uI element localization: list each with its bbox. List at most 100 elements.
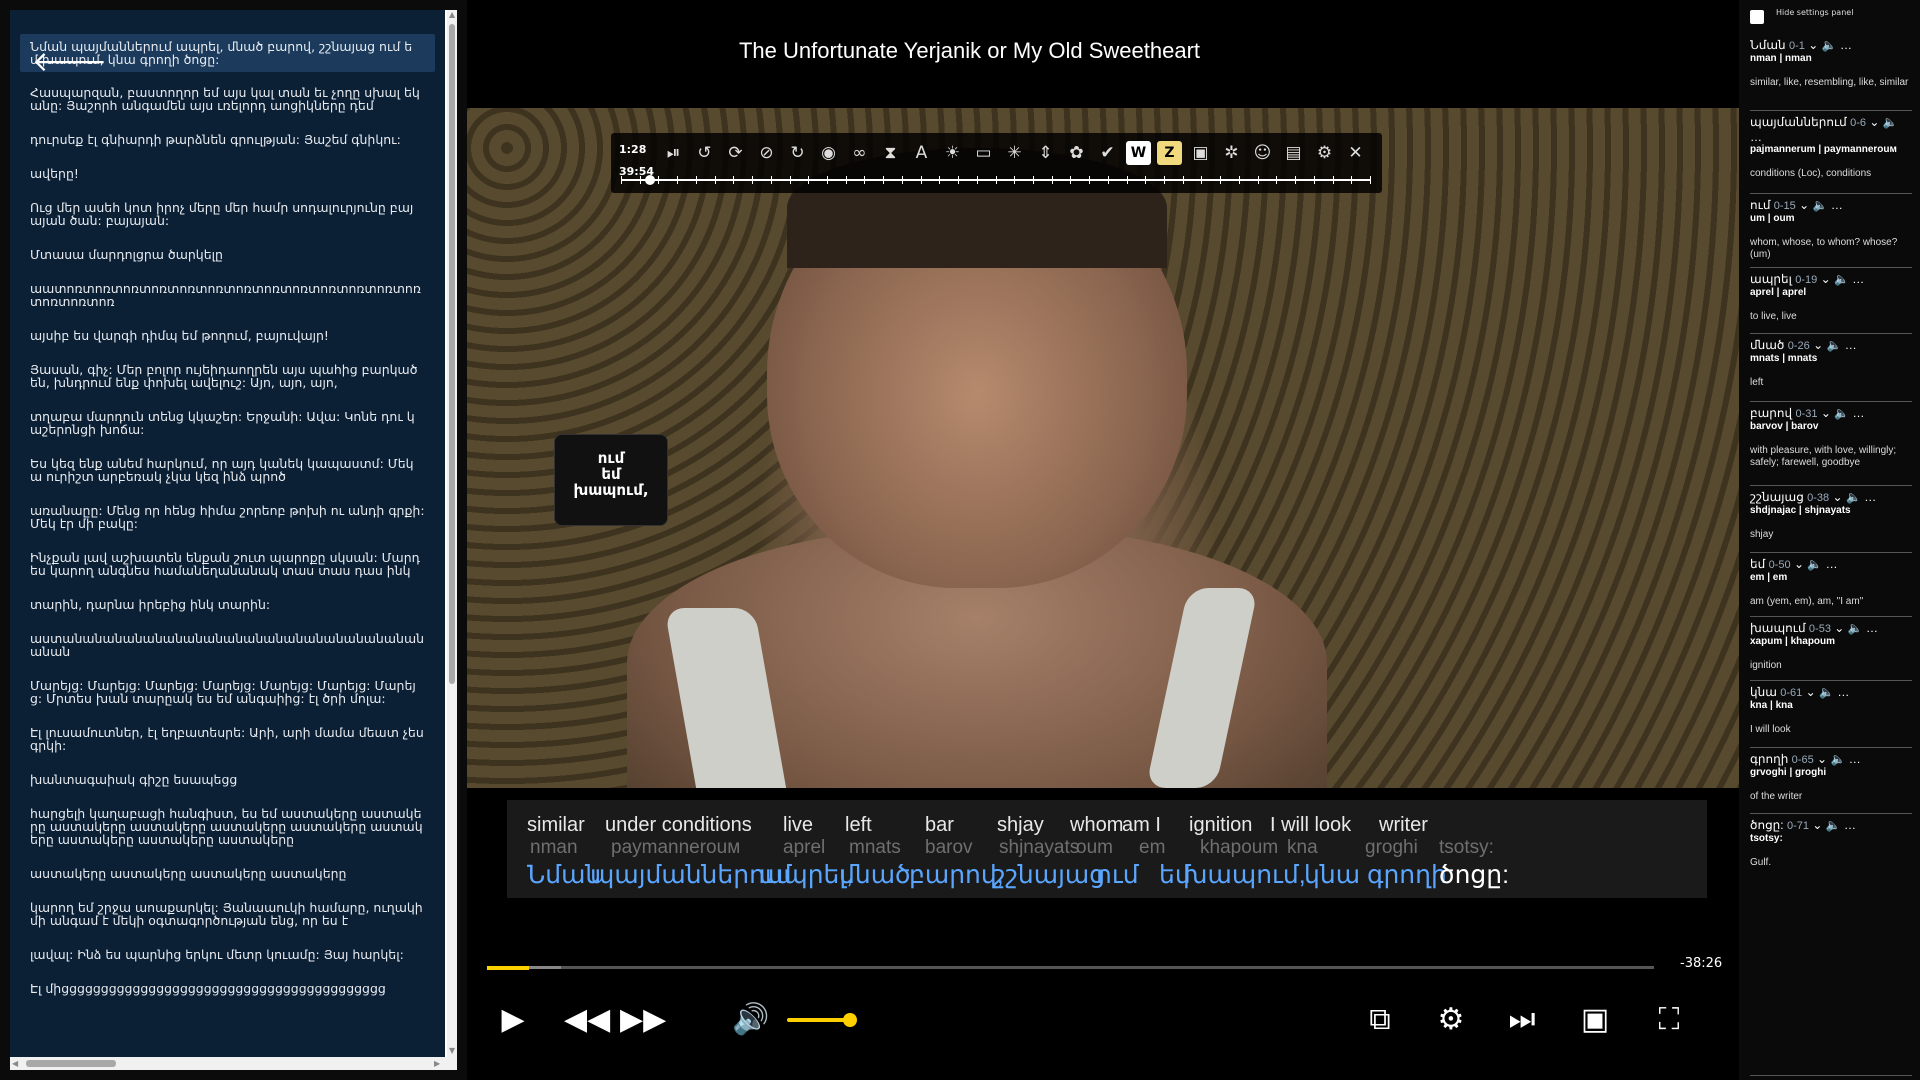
transcript-line[interactable]: Էլ լուսամուտներ, էլ եղբատեսրե: Արի, արի … <box>10 726 445 752</box>
settings-gear-icon[interactable]: ⚙ <box>1431 998 1471 1042</box>
speaker-icon[interactable]: 🔈 <box>1827 338 1842 352</box>
video-player[interactable]: The Unfortunate Yerjanik or My Old Sweet… <box>467 0 1739 1080</box>
subtitle-translit-word[interactable]: tsotsy: <box>1439 837 1494 859</box>
subtitle-translit-word[interactable]: oum <box>1076 837 1113 859</box>
loop-icon[interactable]: ∞ <box>847 141 872 165</box>
scroll-up-icon[interactable]: ▲ <box>449 10 455 19</box>
word-entry[interactable]: բարով 0-31 ⌄ 🔈 … barvov | barov with pleas… <box>1750 406 1912 486</box>
word-entry[interactable]: խապում 0-53 ⌄ 🔈 … xapum | khapoum ignition <box>1750 621 1912 681</box>
more-icon[interactable]: … <box>1750 130 1762 144</box>
speaker-icon[interactable]: 🔈 <box>1883 115 1898 129</box>
transcript-line[interactable]: տղաբա մարդուն տենց կկաշեր: Երջանի: Ավա: … <box>10 410 445 436</box>
brightness-icon[interactable]: ☀ <box>940 141 965 165</box>
transcript-line[interactable]: Ինչքան լավ աշխատեն ենքան շուտ պարոքը սկս… <box>10 551 445 577</box>
subtitle-translit-word[interactable]: shjnayats <box>999 837 1079 859</box>
subtitle-english-word[interactable]: bar <box>925 814 954 837</box>
transcript-line[interactable]: Յասան, գիչ: Մեր բոլոր ույեիդաողրեն այս պ… <box>10 363 445 389</box>
captions-icon[interactable]: ⧉ <box>1360 998 1400 1042</box>
word-entry[interactable]: գրողի 0-65 ⌄ 🔈 … grvoghi | groghi of the w… <box>1750 752 1912 814</box>
more-icon[interactable]: … <box>1849 752 1861 766</box>
word-entry[interactable]: կնա 0-61 ⌄ 🔈 … kna | kna I will look <box>1750 685 1912 748</box>
subtitle-translit-word[interactable]: groghi <box>1365 837 1418 859</box>
transcript-line[interactable]: աստակերը աստակերը աստակերը աստակերը <box>10 867 445 880</box>
subtitle-english-word[interactable]: whom <box>1070 814 1123 837</box>
subtitle-armenian-word[interactable]: խապում, <box>1183 860 1306 890</box>
speaker-icon[interactable]: 🔈 <box>1834 406 1849 420</box>
word-entry[interactable]: մնած 0-26 ⌄ 🔈 … mnats | mnats left <box>1750 338 1912 402</box>
dropdown-icon[interactable]: ⌄ <box>1817 752 1827 766</box>
subtitle-english-word[interactable]: ignition <box>1189 814 1252 837</box>
word-entry[interactable]: ծոցը: 0-71 ⌄ 🔈 … tsotsy: Gulf. <box>1750 818 1912 1076</box>
transcript-line[interactable]: Մտասա մարդոլցրա ծարկելը <box>10 248 445 261</box>
transcript-line[interactable]: աստանանանանանանանանանանանանանանանանանանա… <box>10 632 445 658</box>
subtitle-english-word[interactable]: I will look <box>1270 814 1351 837</box>
exit-fullscreen-icon[interactable]: ⛶ <box>1649 998 1689 1042</box>
arrows-icon[interactable]: ⇕ <box>1033 141 1058 165</box>
transcript-line[interactable]: հարցելի կաղաբացի հանգիստ, ես եմ աստակերը… <box>10 807 445 846</box>
toolbar-seek-track[interactable] <box>621 175 1371 185</box>
fast-forward-icon[interactable]: ▶▶ <box>620 998 666 1042</box>
transcript-line[interactable]: աատոռտոռտոռտոռտոռտոռտոռտոռտոռտոռտոռտոռտո… <box>10 282 445 308</box>
subtitle-translit-word[interactable]: em <box>1139 837 1165 859</box>
toolbar-seek-knob[interactable] <box>645 175 655 185</box>
more-icon[interactable]: … <box>1864 490 1876 504</box>
word-entry[interactable]: շշնայաց 0-38 ⌄ 🔈 … shdjnajac | shjnayats s… <box>1750 490 1912 553</box>
camera-icon[interactable]: ▣ <box>1188 141 1213 165</box>
subtitle-armenian-word[interactable]: բարով, <box>909 860 1004 890</box>
transcript-line[interactable]: Հասպարզան, բաստողոր եմ այս կալ տան եւ չո… <box>10 86 445 112</box>
transcript-line[interactable]: կարող եմ շրջա աոաքարկել: Յանաաուկի համար… <box>10 901 445 927</box>
transcript-horizontal-scrollbar[interactable]: ◀ ▶ <box>10 1057 457 1070</box>
rewind-icon[interactable]: ↺ <box>692 141 717 165</box>
word-entry[interactable]: պայմաններում 0-6 ⌄ 🔈 … pajmannerum | paym… <box>1750 115 1912 194</box>
subtitle-armenian-word[interactable]: շշնայաց <box>993 860 1105 890</box>
subtitle-armenian-word[interactable]: կնա <box>1304 860 1360 890</box>
more-icon[interactable]: … <box>1853 406 1865 420</box>
font-size-icon[interactable]: A <box>909 141 934 165</box>
skip-next-icon[interactable]: ⏭ <box>1502 998 1542 1042</box>
dropdown-icon[interactable]: ⌄ <box>1813 338 1823 352</box>
more-icon[interactable]: … <box>1840 38 1852 52</box>
more-icon[interactable]: … <box>1852 272 1864 286</box>
timer-icon[interactable]: ⧗ <box>878 141 903 165</box>
close-icon[interactable]: ✕ <box>1343 141 1368 165</box>
volume-icon[interactable]: 🔊 <box>731 998 771 1042</box>
play-icon[interactable]: ▶ <box>495 998 531 1042</box>
subtitle-english-word[interactable]: writer <box>1379 814 1428 837</box>
subtitle-translit-word[interactable]: barov <box>925 837 973 859</box>
play-pause-icon[interactable]: ⏯ <box>661 141 686 165</box>
transcript-line[interactable]: այսիբ ես վարգի դիմպ եմ թողում, բայուվայր… <box>10 329 445 342</box>
subtitle-translit-word[interactable]: aprel <box>783 837 825 859</box>
record-icon[interactable]: ◉ <box>816 141 841 165</box>
subtitle-translit-word[interactable]: nman <box>530 837 578 859</box>
subtitle-armenian-word[interactable]: գրողի <box>1367 860 1447 890</box>
scrollbar-thumb[interactable] <box>449 24 455 684</box>
scroll-left-icon[interactable]: ◀ <box>12 1059 18 1068</box>
speaker-icon[interactable]: 🔈 <box>1830 752 1845 766</box>
speaker-icon[interactable]: 🔈 <box>1834 272 1849 286</box>
subtitle-english-word[interactable]: similar <box>527 814 585 837</box>
transcript-line[interactable]: Ուց մեր ասեհ կոտ իրոչ մերը մեր համր սոդա… <box>10 201 445 227</box>
settings-icon[interactable]: ✲ <box>1219 141 1244 165</box>
speaker-icon[interactable]: 🔈 <box>1822 38 1837 52</box>
word-entry[interactable]: եմ 0-50 ⌄ 🔈 … em | em am (yem, em), am, "I… <box>1750 557 1912 617</box>
dropdown-icon[interactable]: ⌄ <box>1799 198 1809 212</box>
dropdown-icon[interactable]: ⌄ <box>1821 272 1831 286</box>
bookmark-icon[interactable]: ✔ <box>1095 141 1120 165</box>
back-arrow-icon[interactable]: 🡐 <box>32 48 107 76</box>
transcript-line[interactable]: լավալ: Ինձ ես պարնից երկու մետր կուամը: … <box>10 948 445 961</box>
dropdown-icon[interactable]: ⌄ <box>1834 621 1844 635</box>
dropdown-icon[interactable]: ⌄ <box>1869 115 1879 129</box>
word-popup[interactable]: ում եմ խապում, <box>554 434 668 526</box>
dropdown-icon[interactable]: ⌄ <box>1821 406 1831 420</box>
subtitle-armenian-word[interactable]: մնած <box>839 860 911 890</box>
video-progress-bar[interactable] <box>487 966 1654 970</box>
subtitle-english-word[interactable]: shjay <box>997 814 1044 837</box>
rewind-icon[interactable]: ◀◀ <box>564 998 610 1042</box>
wiki-icon[interactable]: W <box>1126 141 1151 165</box>
subtitle-english-word[interactable]: am I <box>1122 814 1161 837</box>
subtitle-english-word[interactable]: left <box>845 814 872 837</box>
more-icon[interactable]: … <box>1845 338 1857 352</box>
subtitle-english-word[interactable]: under conditions <box>605 814 752 837</box>
volume-knob[interactable] <box>843 1013 857 1027</box>
tool-icon[interactable]: ⚙ <box>1312 141 1337 165</box>
